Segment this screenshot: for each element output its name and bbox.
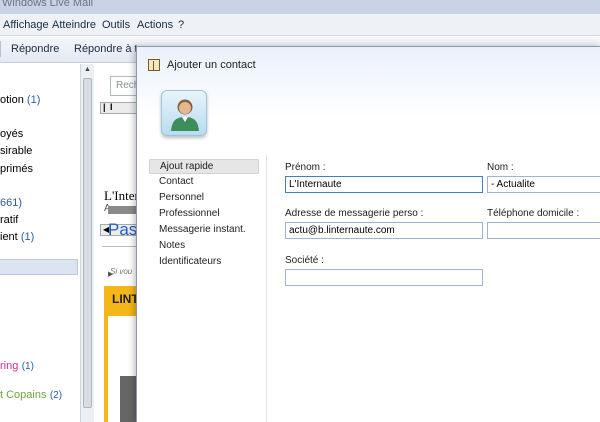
folder-item[interactable]: t Copains (2) (0, 387, 62, 401)
nom-field[interactable]: - Actualite (487, 176, 600, 193)
folder-scrollbar[interactable]: ▲ (80, 64, 94, 422)
email-field[interactable]: actu@b.linternaute.com (285, 222, 483, 239)
menu-atteindre[interactable]: Atteindre (52, 19, 96, 31)
folder-item[interactable]: oyés (0, 128, 23, 140)
nav-personnel[interactable]: Personnel (149, 191, 259, 206)
folder-label: ient (0, 231, 18, 243)
societe-label: Société : (285, 255, 324, 266)
folder-item[interactable]: primés (0, 163, 33, 175)
toolbar-separator (0, 41, 2, 57)
reply-button[interactable]: Répondre (11, 43, 59, 55)
nav-notes[interactable]: Notes (149, 239, 259, 254)
message-note: Si vou (110, 267, 133, 276)
nav-professionnel[interactable]: Professionnel (149, 207, 259, 222)
menu-affichage[interactable]: Affichage (3, 19, 49, 31)
menu-actions[interactable]: Actions (137, 19, 173, 31)
telephone-field[interactable] (487, 222, 600, 239)
folder-label: ring (0, 360, 19, 372)
telephone-label: Téléphone domicile : (487, 208, 580, 219)
folder-count: (1) (21, 361, 34, 372)
folder-pane: otion (1) oyés sirable primés 661) ratif… (0, 64, 80, 422)
folder-label: t Copains (0, 389, 47, 401)
scroll-up-arrow-icon[interactable]: ▲ (84, 66, 91, 73)
folder-item[interactable]: ient (1) (0, 231, 34, 243)
message-format-toolbar: | I (100, 102, 140, 114)
folder-count: (1) (20, 231, 35, 243)
reading-pane: Rech | I ◀ L'Inter A Pas ▶ Si vou LINT (96, 64, 150, 422)
message-sender: L'Inter (104, 188, 139, 203)
main-window-title: Windows Live Mail (2, 0, 94, 9)
contact-category-nav: Ajout rapide Contact Personnel Professio… (137, 155, 267, 422)
menu-outils[interactable]: Outils (102, 19, 130, 31)
menu-help[interactable]: ? (178, 19, 184, 31)
main-window-titlebar: Windows Live Mail (0, 0, 600, 14)
nav-messagerie[interactable]: Messagerie instant. (149, 223, 259, 238)
folder-item[interactable]: 661) (0, 197, 22, 209)
redacted-bar (108, 206, 138, 214)
folder-item[interactable]: ring (1) (0, 358, 34, 372)
message-link[interactable]: Pas (108, 220, 137, 240)
reply-all-button[interactable]: Répondre à to (74, 43, 144, 55)
nav-ajout-rapide[interactable]: Ajout rapide (149, 159, 259, 174)
folder-label: otion (0, 94, 24, 106)
bold-button[interactable]: | (103, 102, 106, 112)
prenom-field[interactable]: L'Internaute (285, 176, 483, 193)
email-label: Adresse de messagerie perso : (285, 208, 424, 219)
italic-button[interactable]: I (110, 102, 113, 112)
address-book-icon (148, 59, 160, 71)
folder-selection-highlight (0, 259, 78, 275)
folder-item[interactable]: ratif (0, 214, 18, 226)
scrollbar-thumb[interactable] (83, 78, 92, 408)
nom-label: Nom : (487, 162, 514, 173)
dialog-title: Ajouter un contact (167, 59, 256, 71)
folder-count: (1) (26, 94, 41, 106)
folder-count: (2) (49, 390, 63, 401)
societe-field[interactable] (285, 269, 483, 286)
folder-item[interactable]: otion (1) (0, 94, 40, 106)
nav-contact[interactable]: Contact (149, 175, 259, 190)
nav-identificateurs[interactable]: Identificateurs (149, 255, 259, 270)
folder-item[interactable]: sirable (0, 145, 32, 157)
add-contact-dialog: Ajouter un contact Ajout rapide Contact … (136, 46, 600, 422)
menu-bar: Affichage Atteindre Outils Actions ? (0, 14, 600, 36)
contact-avatar-icon[interactable] (161, 90, 207, 136)
prenom-label: Prénom : (285, 162, 326, 173)
newsletter-logo-text: LINT (112, 292, 139, 306)
